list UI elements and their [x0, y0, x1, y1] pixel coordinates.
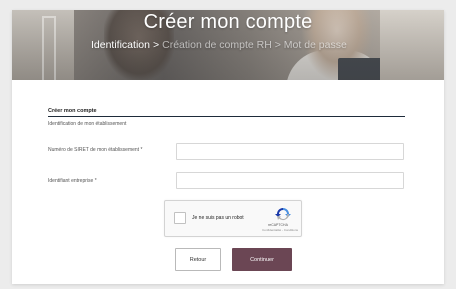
breadcrumb-current-steps: Création de compte RH > Mot de passe — [162, 39, 347, 51]
company-id-label: Identifiant entreprise * — [48, 178, 97, 184]
form-section-title: Créer mon compte — [48, 108, 97, 114]
recaptcha-label: Je ne suis pas un robot — [192, 215, 244, 221]
breadcrumb-identification[interactable]: Identification — [91, 39, 150, 51]
header-banner: Créer mon compte Identification > Création… — [12, 10, 444, 80]
section-divider — [48, 116, 405, 117]
breadcrumb: Identification > Création de compte RH > M… — [91, 39, 347, 51]
siret-input[interactable] — [176, 143, 404, 160]
continue-button[interactable]: Continuer — [232, 248, 292, 271]
recaptcha-terms-link[interactable]: Confidentialité - Conditions — [262, 228, 298, 232]
recaptcha-brand: reCAPTCHA — [268, 223, 288, 227]
recaptcha-logo-icon — [275, 208, 291, 221]
recaptcha-checkbox[interactable] — [174, 212, 186, 224]
form-section-subtitle: Identification de mon établissement — [48, 121, 127, 127]
page-title: Créer mon compte — [143, 11, 313, 33]
recaptcha-widget: Je ne suis pas un robot reCAPTCHA Confid… — [164, 200, 302, 237]
siret-label: Numéro de SIRET de mon établissement * — [48, 147, 143, 153]
company-id-input[interactable] — [176, 172, 404, 189]
account-creation-card: Créer mon compte Identification > Création… — [12, 10, 444, 284]
back-button[interactable]: Retour — [175, 248, 221, 271]
breadcrumb-separator: > — [152, 39, 160, 51]
